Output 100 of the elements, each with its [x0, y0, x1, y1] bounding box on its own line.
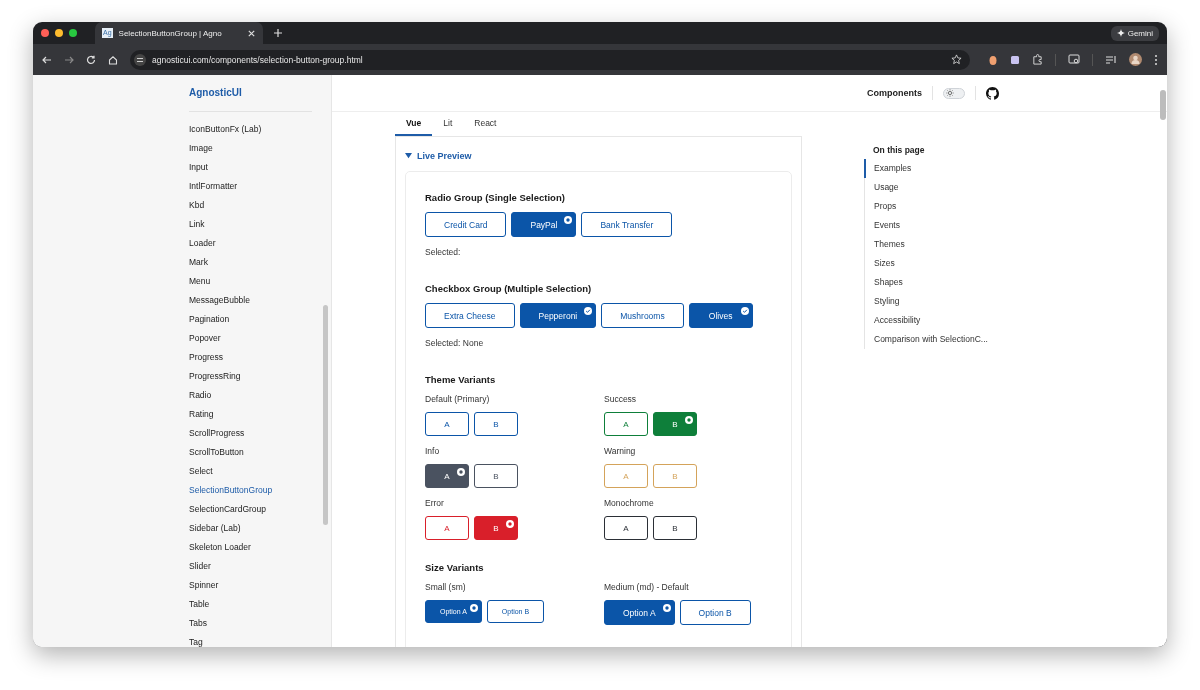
gemini-button[interactable]: Gemini [1110, 25, 1159, 41]
toc-link[interactable]: Accessibility [864, 311, 1024, 330]
sidebar-item[interactable]: Slider [189, 557, 211, 576]
sidebar-item[interactable]: Sidebar (Lab) [189, 519, 241, 538]
option-button[interactable]: B [474, 516, 518, 540]
bookmark-star-icon[interactable] [951, 54, 962, 65]
live-preview-toggle[interactable]: Live Preview [405, 150, 472, 161]
check-badge-icon [740, 307, 749, 315]
variant-label: Warning [604, 446, 637, 456]
puzzle-icon[interactable] [1032, 54, 1043, 65]
sidebar-item[interactable]: Kbd [189, 196, 205, 215]
sidebar-item[interactable]: SelectionButtonGroup [189, 481, 273, 500]
variant-label: Small (sm) [425, 582, 467, 592]
toc-link[interactable]: Props [864, 197, 1024, 216]
sidebar-item[interactable]: Mark [189, 253, 208, 272]
framework-tab[interactable]: React [463, 112, 508, 136]
toc-link[interactable]: Usage [864, 178, 1024, 197]
sidebar-item[interactable]: Table [189, 595, 210, 614]
tab-search-icon[interactable] [1068, 54, 1080, 65]
sidebar-item[interactable]: ScrollToButton [189, 443, 244, 462]
option-button[interactable]: B [474, 412, 518, 436]
option-button[interactable]: B [653, 412, 697, 436]
maximize-window-icon[interactable] [69, 29, 77, 37]
sidebar-item[interactable]: Tag [189, 633, 203, 647]
toc-link[interactable]: Themes [864, 235, 1024, 254]
option-button[interactable]: A [425, 412, 469, 436]
forward-icon[interactable] [64, 54, 74, 65]
back-icon[interactable] [42, 54, 52, 65]
scrollbar-thumb[interactable] [323, 305, 328, 525]
option-button[interactable]: Mushrooms [601, 303, 684, 328]
sidebar-item[interactable]: IntlFormatter [189, 177, 238, 196]
sidebar-item[interactable]: Skeleton Loader [189, 538, 251, 557]
sun-icon [946, 89, 954, 97]
sidebar-item[interactable]: Progress [189, 348, 223, 367]
option-button[interactable]: Option A [604, 600, 675, 625]
sidebar-item[interactable]: Input [189, 158, 208, 177]
option-button[interactable]: A [425, 464, 469, 488]
sidebar-item[interactable]: Tabs [189, 614, 207, 633]
extension-icon[interactable] [988, 53, 998, 66]
option-button[interactable]: Option B [679, 600, 751, 625]
option-button[interactable]: A [604, 412, 648, 436]
radio-badge-icon [564, 216, 573, 224]
toc-link[interactable]: Comparison with SelectionC... [864, 330, 1024, 349]
new-tab-icon[interactable] [273, 28, 283, 38]
framework-tab[interactable]: Vue [395, 112, 433, 136]
option-button[interactable]: PayPal [511, 212, 577, 237]
toc-link[interactable]: Events [864, 216, 1024, 235]
framework-tab[interactable]: Lit [432, 112, 464, 136]
profile-avatar-icon[interactable] [1129, 53, 1142, 66]
sidebar-item[interactable]: Loader [189, 234, 216, 253]
scrollbar-thumb[interactable] [1160, 90, 1166, 120]
sidebar-item[interactable]: Menu [189, 272, 211, 291]
site-settings-icon[interactable] [134, 53, 146, 66]
toc-link[interactable]: Styling [864, 292, 1024, 311]
radio-badge-icon [506, 520, 514, 528]
nav-link[interactable]: Components [867, 88, 922, 98]
sidebar-item[interactable]: Image [189, 139, 213, 158]
section-heading: Radio Group (Single Selection) [425, 192, 566, 203]
sidebar-item[interactable]: Spinner [189, 576, 219, 595]
sidebar-item[interactable]: Rating [189, 405, 214, 424]
option-button[interactable]: Extra Cheese [425, 303, 515, 328]
selection-status: Selected: [425, 247, 462, 257]
option-button[interactable]: A [425, 516, 469, 540]
option-button[interactable]: Bank Transfer [581, 212, 673, 237]
minimize-window-icon[interactable] [55, 29, 63, 37]
section-heading: Size Variants [425, 562, 485, 573]
address-bar[interactable]: agnosticui.com/components/selection-button-group.html [130, 49, 970, 70]
close-icon[interactable] [247, 28, 256, 38]
more-icon[interactable] [1154, 53, 1158, 66]
theme-toggle[interactable] [943, 87, 965, 99]
close-window-icon[interactable] [41, 29, 49, 37]
option-button[interactable]: A [604, 516, 648, 540]
sidebar-item[interactable]: Popover [189, 329, 221, 348]
sidebar-item[interactable]: Select [189, 462, 213, 481]
home-icon[interactable] [108, 54, 118, 65]
option-button[interactable]: Credit Card [425, 212, 507, 237]
sidebar-item[interactable]: ProgressRing [189, 367, 241, 386]
option-button[interactable]: Olives [688, 303, 753, 328]
option-button[interactable]: B [474, 464, 518, 488]
caret-icon [405, 152, 412, 159]
sparkle-icon [1116, 29, 1125, 37]
site-logo[interactable]: AgnosticUI [189, 87, 242, 98]
github-icon[interactable] [986, 86, 999, 100]
sidebar-item[interactable]: Radio [189, 386, 212, 405]
toc-link[interactable]: Shapes [864, 273, 1024, 292]
toc-link[interactable]: Examples [864, 159, 1024, 178]
option-button[interactable]: Pepperoni [519, 303, 597, 328]
sidebar-item[interactable]: ScrollProgress [189, 424, 245, 443]
sidebar-item[interactable]: MessageBubble [189, 291, 250, 310]
reload-icon[interactable] [86, 54, 96, 65]
option-button[interactable]: B [653, 516, 697, 540]
media-icon[interactable] [1105, 54, 1117, 65]
sidebar-item[interactable]: Link [189, 215, 205, 234]
sidebar-item[interactable]: IconButtonFx (Lab) [189, 120, 262, 139]
sidebar-item[interactable]: Pagination [189, 310, 230, 329]
extension-icon[interactable] [1010, 54, 1020, 65]
toc-link[interactable]: Sizes [864, 254, 1024, 273]
section-heading: Checkbox Group (Multiple Selection) [425, 283, 593, 294]
variant-label: Info [425, 446, 441, 456]
sidebar-item[interactable]: SelectionCardGroup [189, 500, 266, 519]
